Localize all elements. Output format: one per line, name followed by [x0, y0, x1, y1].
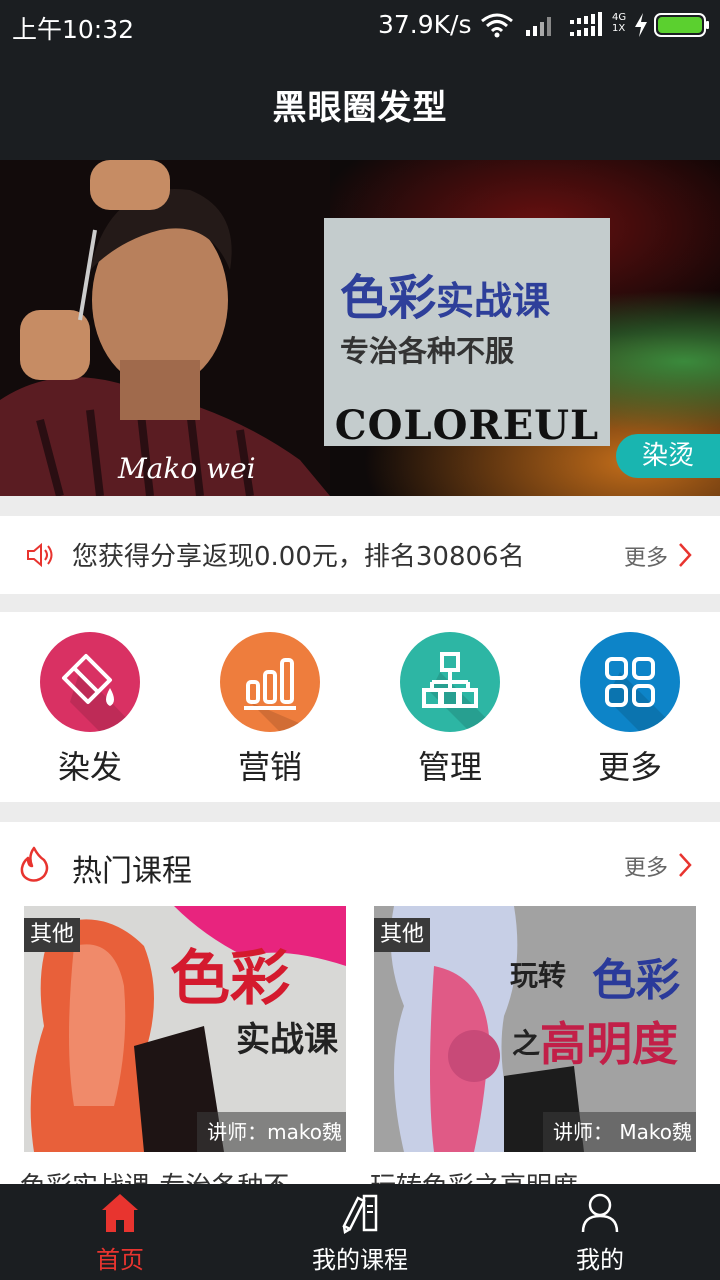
- share-reward-notice[interactable]: 您获得分享返现0.00元，排名30806名 更多: [0, 516, 720, 594]
- course-card-thumbnail[interactable]: 其他 色彩 实战课 讲师：mako魏: [24, 906, 346, 1152]
- banner-signature: Mako wei: [118, 452, 256, 485]
- course-category-tag: 其他: [374, 918, 431, 952]
- nav-label: 我的课程: [312, 1246, 408, 1274]
- banner-portrait-image: [0, 160, 330, 496]
- nav-home[interactable]: 首页: [0, 1184, 240, 1280]
- paint-bucket-icon: [40, 632, 140, 732]
- category-label: 管理: [417, 748, 482, 786]
- user-icon: [580, 1192, 620, 1240]
- category-management[interactable]: 管理: [360, 632, 540, 792]
- nav-label: 首页: [96, 1246, 144, 1274]
- category-grid: 染发 营销 管理 更多: [0, 612, 720, 802]
- org-chart-icon: [400, 632, 500, 732]
- course-image-title: 高明度: [540, 1017, 678, 1071]
- grid-icon: [580, 632, 680, 732]
- battery-icon: [654, 13, 710, 41]
- banner-card: 色彩实战课 专治各种不服 COLOREUL: [324, 218, 610, 449]
- category-label: 染发: [57, 748, 122, 786]
- signal-icon: [524, 14, 556, 40]
- banner-subheading: 专治各种不服: [340, 334, 515, 368]
- network-type-label: 4G 1X: [612, 12, 627, 34]
- category-label: 营销: [237, 748, 302, 786]
- book-pen-icon: [340, 1192, 380, 1240]
- course-lecturer: 讲师： Mako魏: [543, 1112, 696, 1152]
- course-image-title: 之: [512, 1027, 541, 1060]
- course-category-tag: 其他: [24, 918, 81, 952]
- banner-category-tag: 染烫: [616, 434, 720, 478]
- section-title: 热门课程: [72, 854, 192, 889]
- page-title: 黑眼圈发型: [272, 88, 448, 128]
- charging-icon: [634, 13, 648, 41]
- notice-text: 您获得分享返现0.00元，排名30806名: [72, 542, 525, 572]
- chevron-right-icon[interactable]: [678, 852, 692, 882]
- network-speed: 37.9K/s: [378, 10, 472, 39]
- course-image-title: 色彩: [592, 955, 680, 1006]
- category-label: 更多: [597, 748, 662, 786]
- banner-carousel[interactable]: 色彩实战课 专治各种不服 COLOREUL Mako wei 染烫: [0, 160, 720, 496]
- bottom-navigation: 首页 我的课程 我的: [0, 1184, 720, 1280]
- wifi-icon: [480, 12, 514, 42]
- speaker-icon: [26, 542, 56, 572]
- banner-heading: 色彩实战课: [340, 270, 551, 326]
- signal-dual-icon: [568, 12, 608, 42]
- title-bar: 黑眼圈发型: [0, 50, 720, 160]
- chevron-right-icon[interactable]: [678, 542, 692, 572]
- hot-courses-more-link[interactable]: 更多: [624, 850, 668, 882]
- course-lecturer: 讲师：mako魏: [197, 1112, 346, 1152]
- banner-wordmark: COLOREUL: [334, 402, 600, 449]
- course-image-title: 玩转: [510, 959, 567, 992]
- nav-me[interactable]: 我的: [480, 1184, 720, 1280]
- course-image-title: 色彩: [170, 944, 290, 1014]
- fire-icon: [18, 846, 50, 886]
- category-dyeing[interactable]: 染发: [0, 632, 180, 792]
- category-marketing[interactable]: 营销: [180, 632, 360, 792]
- course-image-subtitle: 实战课: [236, 1020, 338, 1060]
- course-name[interactable]: 色彩实战课-专治各种不...: [20, 1166, 314, 1184]
- nav-my-courses[interactable]: 我的课程: [240, 1184, 480, 1280]
- status-bar: 上午10:32 37.9K/s 4G 1X: [0, 0, 720, 50]
- category-more[interactable]: 更多: [540, 632, 720, 792]
- nav-label: 我的: [576, 1246, 624, 1274]
- course-name[interactable]: 玩转色彩之高明度...: [370, 1166, 603, 1184]
- bar-chart-icon: [220, 632, 320, 732]
- status-time: 上午10:32: [12, 15, 135, 44]
- home-icon: [100, 1192, 140, 1240]
- notice-more-link[interactable]: 更多: [624, 540, 668, 572]
- hot-courses-section: 热门课程 更多 其他 色彩 实战课 讲师：mako魏 色彩实战课-专治各种不..…: [0, 822, 720, 1184]
- course-card-thumbnail[interactable]: 其他 玩转 色彩 之 高明度 讲师： Mako魏: [374, 906, 696, 1152]
